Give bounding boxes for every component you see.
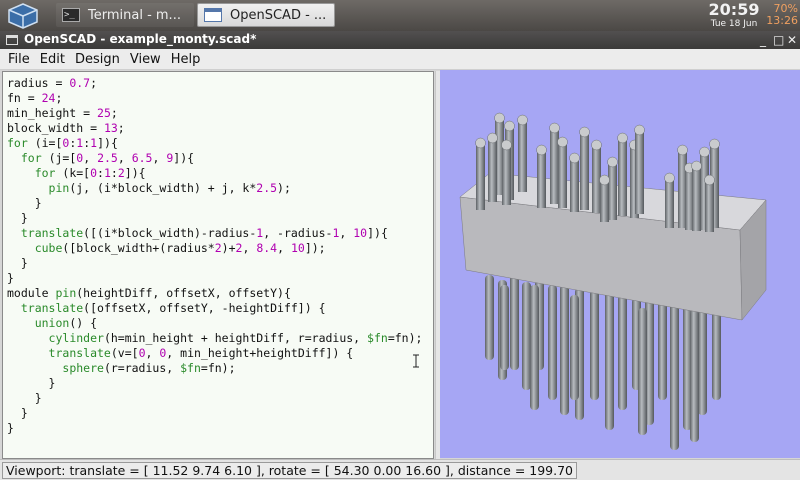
window-title: OpenSCAD - example_monty.scad* [24, 32, 257, 46]
window-titlebar[interactable]: OpenSCAD - example_monty.scad* _ □ ✕ [0, 31, 800, 49]
pin-tip [475, 137, 486, 149]
pin-tip [607, 156, 618, 168]
pin-top [635, 130, 644, 214]
pin-top [502, 145, 511, 205]
pin-leg [698, 305, 707, 415]
pin-leg [500, 285, 509, 370]
clock-time: 20:59 [708, 0, 760, 19]
pin-top [580, 132, 589, 210]
pin-leg [510, 275, 519, 370]
menu-view[interactable]: View [125, 49, 166, 69]
pin-leg [548, 285, 557, 400]
pin-leg [618, 295, 627, 410]
close-button[interactable]: ✕ [787, 32, 797, 48]
clock-date: Tue 18 Jun [710, 19, 758, 29]
pin-tip [517, 114, 528, 126]
pin-tip [487, 132, 498, 144]
code-editor[interactable]: radius = 0.7; fn = 24; min_height = 25; … [2, 71, 434, 459]
text-cursor-icon [413, 354, 419, 368]
pin-leg [560, 285, 569, 415]
terminal-icon: >_ [62, 8, 80, 22]
pin-tip [634, 124, 645, 136]
taskbar-item-label: OpenSCAD - ... [230, 7, 327, 23]
pin-top [518, 120, 527, 192]
window-menu-icon[interactable] [6, 35, 18, 45]
window-icon [204, 8, 222, 22]
pin-top [550, 128, 559, 204]
pin-tip [709, 138, 720, 150]
taskbar-item-terminal[interactable]: >_ Terminal - m... [56, 3, 194, 27]
pin-top [665, 178, 674, 228]
pin-leg [590, 290, 599, 400]
pin-tip [591, 139, 602, 151]
pin-tip [699, 146, 710, 158]
pin-tip [569, 152, 580, 164]
menu-help[interactable]: Help [166, 49, 206, 69]
pin-leg [522, 282, 531, 390]
pin-top [618, 138, 627, 216]
menu-edit[interactable]: Edit [35, 49, 70, 69]
pin-top [705, 180, 714, 232]
pin-top [608, 162, 617, 220]
pin-leg [658, 300, 667, 400]
pin-tip [704, 174, 715, 186]
pin-leg [712, 308, 721, 400]
clock[interactable]: 20:59 Tue 18 Jun [706, 1, 762, 30]
pin-tip [536, 144, 547, 156]
viewport-status: Viewport: translate = [ 11.52 9.74 6.10 … [2, 462, 577, 479]
minimize-button[interactable]: _ [760, 32, 766, 48]
pin-leg [690, 310, 699, 442]
pin-tip [691, 160, 702, 172]
pin-leg [670, 310, 679, 450]
pin-tip [557, 136, 568, 148]
battery-time: 13:26 [766, 14, 798, 27]
pin-tip [504, 120, 515, 132]
pin-leg [530, 285, 539, 410]
rendered-model[interactable] [440, 70, 800, 458]
code-text[interactable]: radius = 0.7; fn = 24; min_height = 25; … [3, 72, 433, 436]
pin-top [476, 143, 485, 210]
pin-top [537, 150, 546, 208]
pin-tip [664, 172, 675, 184]
pin-top [558, 142, 567, 208]
top-panel: >_ Terminal - m... OpenSCAD - ... 20:59 … [0, 0, 800, 31]
pin-tip [494, 112, 505, 124]
menu-design[interactable]: Design [70, 49, 125, 69]
pin-tip [579, 126, 590, 138]
pin-leg [638, 308, 647, 435]
pin-tip [501, 139, 512, 151]
pin-top [692, 166, 701, 231]
menu-file[interactable]: File [3, 49, 35, 69]
maximize-button[interactable]: □ [773, 32, 784, 48]
app-launcher-icon[interactable] [4, 2, 42, 29]
pin-tip [549, 122, 560, 134]
battery-indicator[interactable]: 70% 13:26 [766, 3, 798, 27]
pin-leg [605, 292, 614, 430]
pin-tip [617, 132, 628, 144]
menu-bar: File Edit Design View Help [0, 49, 800, 70]
3d-viewport[interactable] [440, 70, 800, 458]
status-bar: Viewport: translate = [ 11.52 9.74 6.10 … [0, 459, 800, 480]
pin-leg [570, 295, 579, 400]
pin-tip [599, 174, 610, 186]
taskbar-item-openscad[interactable]: OpenSCAD - ... [197, 3, 335, 27]
pin-tip [677, 144, 688, 156]
pin-top [570, 158, 579, 212]
pin-leg [485, 275, 494, 360]
pin-top [488, 138, 497, 202]
pin-top [600, 180, 609, 222]
taskbar-item-label: Terminal - m... [88, 7, 181, 23]
